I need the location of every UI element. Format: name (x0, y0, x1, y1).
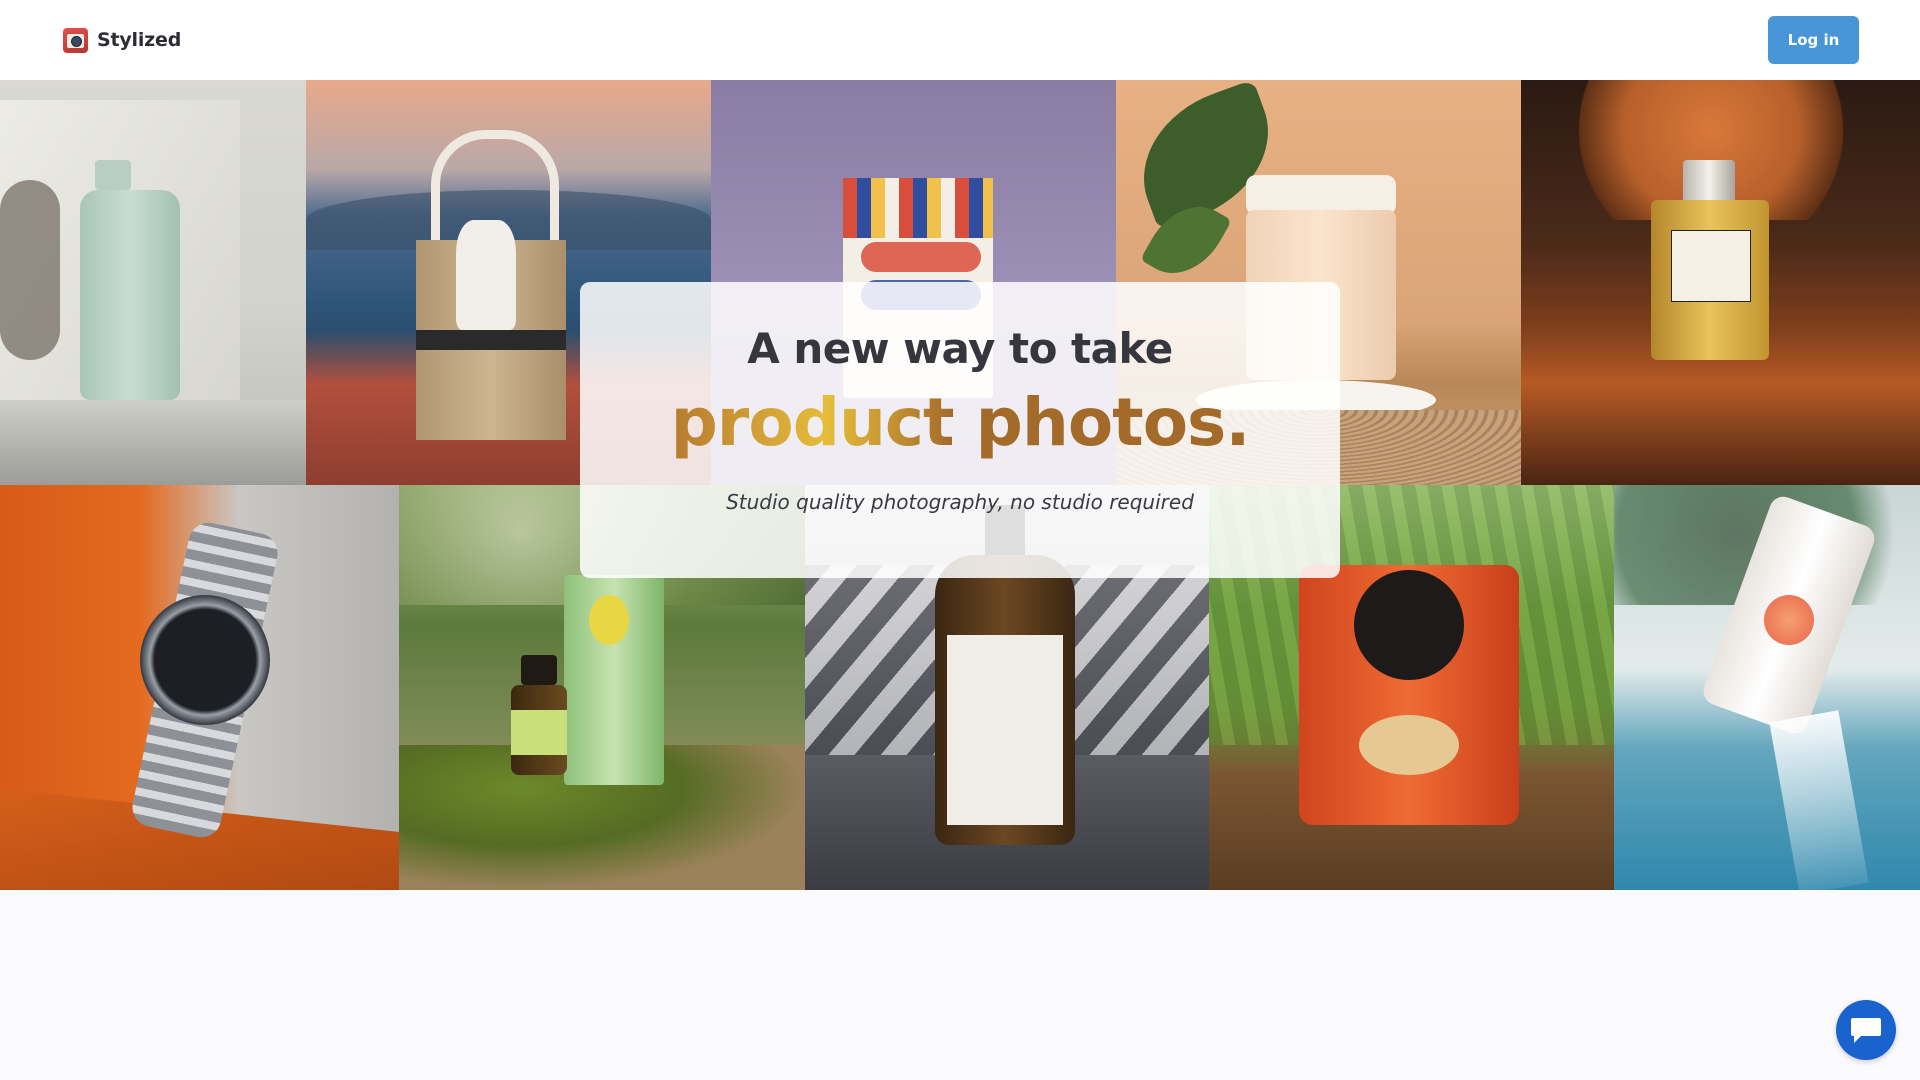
hero-card: A new way to take product photos. Studio… (580, 282, 1340, 578)
chat-bubble-icon (1851, 1018, 1881, 1043)
perfume-bottle-photo (1521, 80, 1920, 485)
camera-logo-icon (63, 27, 88, 53)
hero-headline: A new way to take (747, 324, 1173, 373)
hero-subtitle: Studio quality photography, no studio re… (726, 490, 1194, 514)
top-nav-bar: Stylized Log in (0, 0, 1920, 80)
lotion-bottle-photo (0, 80, 306, 485)
wristwatch-photo (0, 485, 399, 890)
chat-launcher-button[interactable] (1836, 1000, 1896, 1060)
sparkling-can-photo (1614, 485, 1920, 890)
hero-highlight: product photos. (580, 384, 1340, 461)
hero-highlight-word-photos: photos. (975, 384, 1251, 461)
brand-name: Stylized (97, 29, 182, 51)
hero-highlight-word-product: product (670, 384, 955, 461)
brand[interactable]: Stylized (63, 26, 181, 54)
login-button[interactable]: Log in (1768, 16, 1859, 64)
